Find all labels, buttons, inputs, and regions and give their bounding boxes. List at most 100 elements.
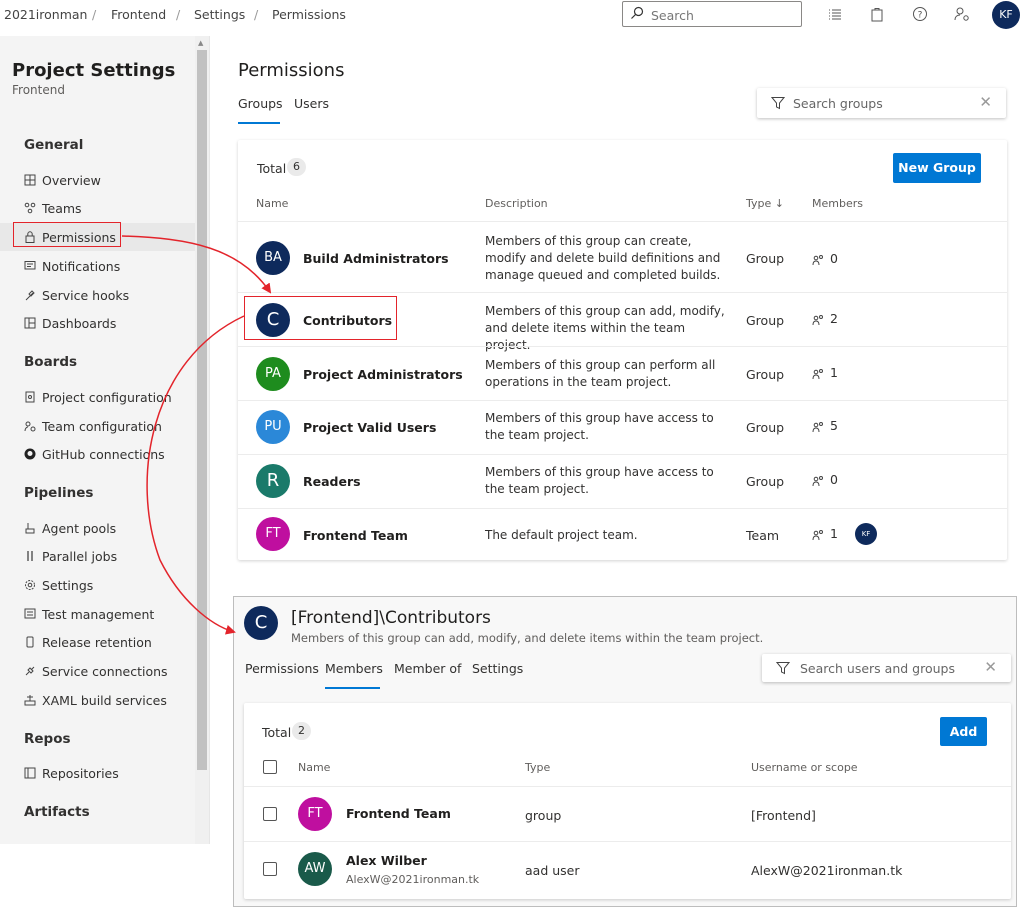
breadcrumb-separator: / [176,7,181,22]
filter-icon [776,662,790,675]
page-title: Permissions [238,60,345,81]
clear-search-icon[interactable]: ✕ [984,658,997,676]
scrollbar-thumb[interactable] [197,50,207,770]
scroll-up-icon[interactable]: ▲ [198,39,203,47]
member-email: AlexW@2021ironman.tk [346,873,480,886]
list-icon[interactable] [827,6,843,22]
sidebar-item-label: Repositories [42,766,119,781]
column-header-type[interactable]: Type [525,761,550,774]
shopping-bag-icon[interactable] [869,6,885,22]
group-avatar: PU [256,410,290,444]
sidebar-item-test-management[interactable]: Test management [0,600,195,628]
sidebar-item-project-configuration[interactable]: Project configuration [0,383,195,411]
repo-icon [24,767,36,779]
sidebar-item-label: Settings [42,578,94,593]
select-all-checkbox[interactable] [263,760,277,774]
active-tab-indicator [238,122,280,124]
test-icon [24,608,36,619]
notification-icon [24,261,36,270]
sidebar-item-dashboards[interactable]: Dashboards [0,309,195,337]
group-detail-panel: C [Frontend]\Contributors Members of thi… [233,596,1017,907]
group-type: Group [746,367,785,382]
search-users-groups-input[interactable]: Search users and groups ✕ [762,654,1011,682]
sidebar-item-service-connections[interactable]: Service connections [0,657,195,685]
detail-group-title: [Frontend]\Contributors [291,608,491,628]
tab-members[interactable]: Members [325,661,383,676]
group-avatar: PA [256,357,290,391]
sidebar-item-parallel-jobs[interactable]: Parallel jobs [0,542,195,570]
group-name[interactable]: Project Administrators [303,367,463,382]
user-settings-icon[interactable] [954,6,970,22]
member-name[interactable]: Frontend Team [346,806,451,821]
build-icon [24,695,36,706]
sidebar-item-label: XAML build services [42,693,167,708]
group-description: Members of this group have access to the… [485,411,714,442]
sidebar-item-repositories[interactable]: Repositories [0,759,195,787]
sidebar-item-team-configuration[interactable]: Team configuration [0,412,195,440]
tab-permissions[interactable]: Permissions [245,661,319,676]
people-icon [812,529,823,540]
breadcrumb-project[interactable]: Frontend [111,7,166,22]
group-members: 1 [812,526,838,541]
new-group-button[interactable]: New Group [893,153,981,183]
group-type: Group [746,420,785,435]
header-divider [238,221,1007,222]
tab-users[interactable]: Users [294,96,329,111]
group-name[interactable]: Project Valid Users [303,420,436,435]
sidebar-item-teams[interactable]: Teams [0,194,195,222]
clear-search-icon[interactable]: ✕ [979,93,992,111]
help-icon[interactable]: ? [912,6,928,22]
column-header-name[interactable]: Name [298,761,330,774]
sidebar-item-notifications[interactable]: Notifications [0,252,195,280]
top-search-input[interactable]: Search [622,1,802,27]
row-checkbox[interactable] [263,862,277,876]
group-description: Members of this group have access to the… [485,465,714,496]
sidebar-item-github-connections[interactable]: GitHub connections [0,440,195,468]
group-name[interactable]: Build Administrators [303,251,449,266]
tab-settings[interactable]: Settings [472,661,523,676]
highlight-box-permissions [13,222,121,247]
column-header-members[interactable]: Members [812,197,863,210]
sidebar-item-release-retention[interactable]: Release retention [0,628,195,656]
active-tab-indicator [325,687,380,689]
sidebar-item-label: Service connections [42,664,168,679]
member-avatar[interactable]: KF [855,523,877,545]
member-name[interactable]: Alex Wilber [346,853,427,868]
sidebar-item-settings[interactable]: Settings [0,571,195,599]
member-scope: AlexW@2021ironman.tk [751,863,903,878]
group-name[interactable]: Frontend Team [303,528,408,543]
user-avatar[interactable]: KF [992,1,1020,29]
sidebar-item-service-hooks[interactable]: Service hooks [0,281,195,309]
column-header-description[interactable]: Description [485,197,548,210]
row-checkbox[interactable] [263,807,277,821]
sidebar-scrollbar[interactable]: ▲ [195,36,209,844]
parallel-icon [27,551,33,561]
search-groups-input[interactable]: Search groups ✕ [757,88,1006,118]
column-header-type-label: Type [746,197,772,210]
row-divider [244,841,1011,842]
tab-member-of[interactable]: Member of [394,661,461,676]
group-members: 0 [812,472,838,487]
tab-groups[interactable]: Groups [238,96,283,111]
sidebar-item-overview[interactable]: Overview [0,166,195,194]
sidebar-item-label: Teams [42,201,82,216]
member-avatar: AW [298,852,332,886]
breadcrumb-org[interactable]: 2021ironman [4,7,87,22]
people-icon [812,368,823,379]
sort-down-icon: ↓ [774,197,784,210]
people-icon [812,254,823,265]
breadcrumb-settings[interactable]: Settings [194,7,245,22]
sidebar-item-xaml-build-services[interactable]: XAML build services [0,686,195,714]
group-avatar: FT [256,517,290,551]
column-header-type[interactable]: Type ↓ [746,197,784,210]
sidebar-item-label: GitHub connections [42,447,165,462]
sidebar-item-label: Overview [42,173,101,188]
group-name[interactable]: Readers [303,474,361,489]
column-header-scope[interactable]: Username or scope [751,761,858,774]
column-header-name[interactable]: Name [256,197,288,210]
phone-icon [26,636,34,648]
plug-icon [25,666,35,676]
add-member-button[interactable]: Add [940,717,987,746]
document-icon [25,391,35,403]
sidebar-item-agent-pools[interactable]: Agent pools [0,514,195,542]
